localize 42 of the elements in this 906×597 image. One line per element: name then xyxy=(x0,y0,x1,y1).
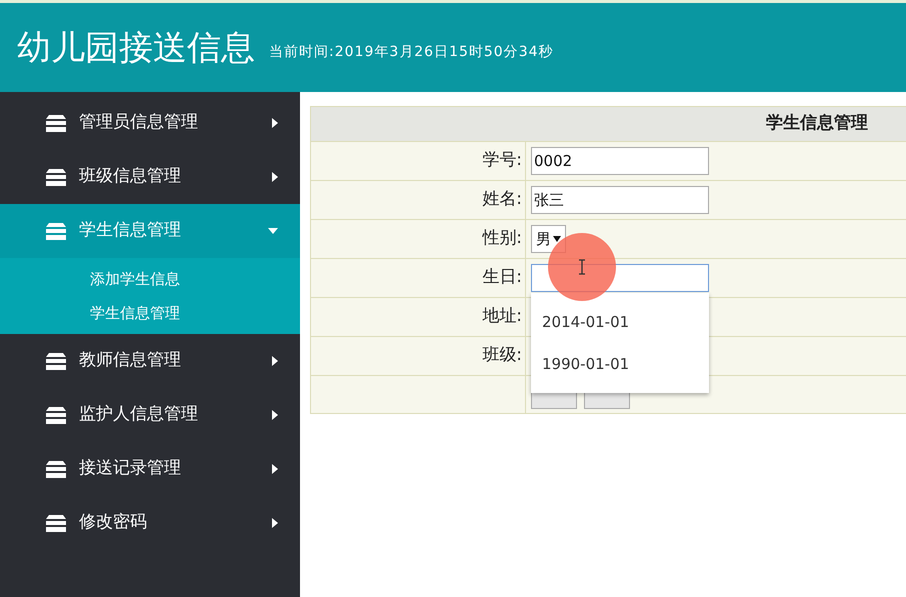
caret-right-icon xyxy=(272,464,278,474)
sidebar-item[interactable]: 教师信息管理 xyxy=(0,334,300,388)
sidebar-label: 监护人信息管理 xyxy=(79,403,199,426)
caret-down-icon xyxy=(553,236,561,242)
sidebar-label: 学生信息管理 xyxy=(79,219,182,242)
stack-icon xyxy=(45,114,67,132)
field-label: 班级: xyxy=(482,344,522,368)
sidebar-item[interactable]: 监护人信息管理 xyxy=(0,388,300,442)
stack-icon xyxy=(45,514,67,532)
text-field[interactable]: 张三 xyxy=(531,186,709,214)
field-label: 学号: xyxy=(482,149,522,172)
caret-right-icon xyxy=(272,118,278,128)
site-title: 幼儿园接送信息 xyxy=(17,30,255,64)
sidebar-label: 接送记录管理 xyxy=(79,457,182,480)
suggestion-item[interactable]: 1990-01-01 xyxy=(542,353,630,376)
sidebar-label: 班级信息管理 xyxy=(79,165,182,188)
field-label: 性别: xyxy=(482,227,522,250)
field-label: 生日: xyxy=(482,266,522,290)
sidebar-item[interactable]: 班级信息管理 xyxy=(0,150,300,204)
form-title: 学生信息管理 xyxy=(766,112,868,136)
stack-icon xyxy=(45,406,67,424)
sidebar-label: 修改密码 xyxy=(79,511,148,534)
caret-right-icon xyxy=(272,172,278,182)
sidebar-item[interactable]: 接送记录管理 xyxy=(0,442,300,496)
text-cursor-icon xyxy=(578,259,586,275)
field-label: 姓名: xyxy=(482,188,522,212)
caret-right-icon xyxy=(272,356,278,366)
stack-icon xyxy=(45,352,67,370)
stack-icon xyxy=(45,168,67,186)
sidebar-label: 管理员信息管理 xyxy=(79,111,199,134)
suggestion-item[interactable]: 2014-01-01 xyxy=(542,310,630,333)
current-time: 当前时间:2019年3月26日15时50分34秒 xyxy=(269,43,554,62)
stack-icon xyxy=(45,222,67,240)
field-label: 地址: xyxy=(482,305,522,328)
sidebar-item[interactable]: 管理员信息管理 xyxy=(0,96,300,150)
text-field[interactable]: 0002 xyxy=(531,147,709,175)
stack-icon xyxy=(45,460,67,478)
sidebar-label: 教师信息管理 xyxy=(79,349,182,372)
caret-right-icon xyxy=(272,518,278,528)
caret-right-icon xyxy=(272,410,278,420)
caret-down-icon xyxy=(268,228,278,234)
sidebar-item[interactable]: 修改密码 xyxy=(0,496,300,550)
